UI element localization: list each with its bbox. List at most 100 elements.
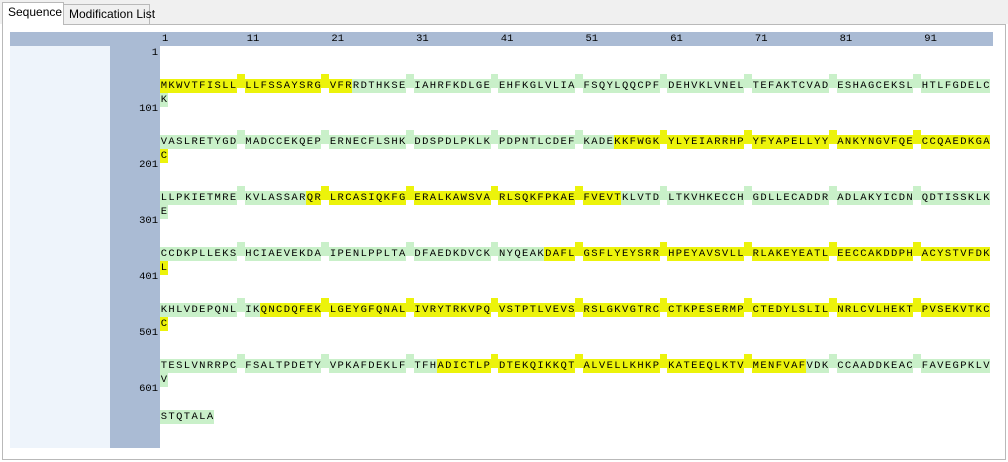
residue: V — [782, 359, 791, 373]
group-spacer — [490, 186, 499, 200]
residue: K — [252, 303, 260, 317]
residue: K — [821, 359, 829, 373]
residue: F — [628, 135, 637, 149]
residue: K — [521, 79, 529, 93]
residue: E — [167, 359, 176, 373]
residue: L — [675, 135, 683, 149]
sequence-line[interactable]: LLPKIETMRE KVLASSARQR LRCASIQKFG ERALKAWSVA… — [160, 186, 993, 219]
residue: C — [982, 79, 991, 93]
residue: S — [959, 191, 968, 205]
residue: R — [644, 303, 652, 317]
residue: F — [444, 79, 453, 93]
sequence-line[interactable]: KHLVDEPQNL IKQNCDQFEK LGEYGFQNAL IVRYTRKVPQ… — [160, 298, 993, 331]
residue: V — [160, 373, 168, 387]
residue: R — [344, 79, 353, 93]
residue: Q — [559, 359, 568, 373]
residue: E — [967, 79, 975, 93]
residue: E — [790, 135, 799, 149]
residue: F — [559, 247, 568, 261]
residue: Q — [705, 359, 714, 373]
residue: I — [367, 191, 376, 205]
group-spacer — [913, 74, 922, 88]
residue: D — [359, 79, 368, 93]
residue: S — [590, 247, 599, 261]
residue: T — [613, 191, 622, 205]
residue: Y — [859, 135, 868, 149]
residue: R — [313, 191, 322, 205]
residue: D — [283, 303, 291, 317]
residue: A — [928, 359, 937, 373]
residue: E — [944, 359, 952, 373]
residue: R — [721, 135, 729, 149]
tab-sequence[interactable]: Sequence — [2, 2, 64, 25]
residue: Y — [628, 247, 637, 261]
residue: K — [398, 135, 406, 149]
residue: S — [283, 191, 291, 205]
residue: E — [882, 79, 891, 93]
residue: P — [336, 247, 345, 261]
residue: A — [267, 247, 276, 261]
residue: A — [167, 135, 176, 149]
group-spacer — [490, 242, 499, 256]
residue: K — [644, 359, 652, 373]
residue: R — [498, 191, 506, 205]
group-spacer — [828, 242, 837, 256]
residue: T — [682, 359, 691, 373]
residue: L — [175, 303, 184, 317]
residue: S — [213, 79, 222, 93]
residue: S — [267, 79, 276, 93]
residue: T — [751, 79, 760, 93]
residue: K — [951, 303, 960, 317]
residue: L — [198, 247, 207, 261]
residue: V — [959, 303, 968, 317]
residue: L — [536, 79, 545, 93]
residue: K — [244, 191, 253, 205]
residue: K — [344, 359, 353, 373]
tab-modification-list[interactable]: Modification List — [63, 4, 155, 24]
row-label-column — [10, 32, 110, 448]
residue: A — [982, 135, 991, 149]
residue: A — [452, 191, 460, 205]
ruler-tick: 21 — [331, 33, 344, 45]
residue: P — [959, 359, 968, 373]
residue: E — [836, 247, 845, 261]
group-spacer — [321, 74, 330, 88]
residue: C — [928, 135, 937, 149]
residue: H — [905, 247, 914, 261]
residue: K — [183, 191, 191, 205]
residue: K — [652, 135, 660, 149]
sequence-line[interactable]: STQTALA — [160, 410, 214, 424]
sequence-line[interactable]: MKWVTFISLL LLFSSAYSRG VFRRDTHKSE IAHRFKDLGE… — [160, 74, 993, 107]
residue: C — [544, 135, 553, 149]
residue: L — [736, 79, 745, 93]
residue: K — [536, 247, 545, 261]
residue: Q — [306, 191, 314, 205]
residue: A — [529, 247, 537, 261]
residue: F — [421, 247, 430, 261]
residue: L — [329, 191, 337, 205]
group-spacer — [406, 74, 414, 88]
residue: A — [851, 359, 860, 373]
residue: S — [275, 79, 283, 93]
sequence-line[interactable]: TESLVNRRPC FSALTPDETY VPKAFDEKLF TFHADICTLP… — [160, 354, 993, 387]
residue: A — [921, 247, 929, 261]
group-spacer — [406, 186, 414, 200]
sequence-view[interactable]: 1 11 21 31 41 51 61 71 81 91 1 MKWVTFISLL LLFSSAYSR… — [10, 32, 993, 448]
residue: K — [775, 247, 783, 261]
residue: D — [974, 247, 983, 261]
residue: L — [759, 247, 768, 261]
residue: Q — [628, 79, 637, 93]
residue: V — [805, 359, 814, 373]
residue: C — [905, 359, 914, 373]
residue: K — [552, 191, 560, 205]
residue: V — [498, 303, 506, 317]
residue: V — [283, 247, 291, 261]
residue: I — [698, 135, 706, 149]
residue: V — [183, 79, 191, 93]
sequence-line[interactable]: CCDKPLLEKS HCIAEVEKDA IPENLPPLTA DFAEDKDVCK… — [160, 242, 993, 275]
sequence-line[interactable]: VASLRETYGD MADCCEKQEP ERNECFLSHK DDSPDLPKLK… — [160, 130, 993, 163]
residue: A — [559, 191, 568, 205]
residue: F — [421, 359, 430, 373]
residue: S — [390, 79, 399, 93]
residue: K — [621, 135, 629, 149]
